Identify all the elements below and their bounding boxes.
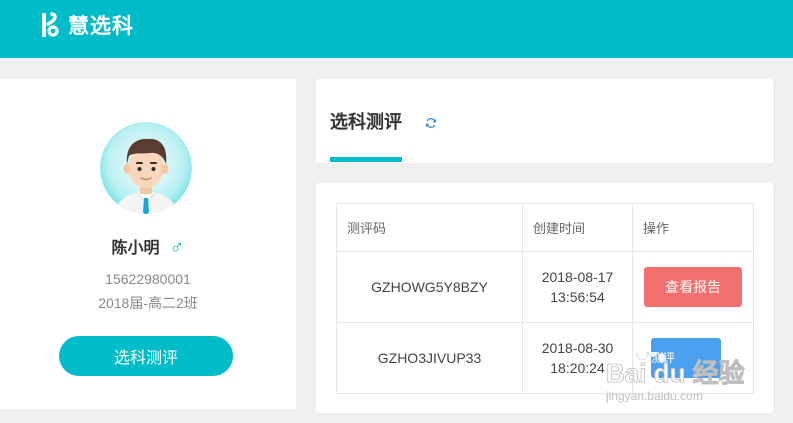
actions-cell: 查看报告	[632, 251, 754, 323]
refresh-icon[interactable]	[425, 116, 437, 128]
app-logo[interactable]: 慧选科	[40, 11, 134, 39]
student-name: 陈小明	[111, 240, 160, 257]
evaluation-code: GZHO3JIVUP33	[336, 322, 523, 394]
header-actions: 操作	[632, 203, 754, 252]
created-date: 2018-08-30	[541, 340, 614, 356]
tab-bar: 选科测评	[316, 79, 773, 163]
start-evaluation-button[interactable]: 选科测评	[59, 336, 233, 376]
created-clock: 18:20:24	[550, 360, 605, 376]
header-code: 测评码	[336, 203, 523, 252]
student-class: 2018届-高二2班	[98, 295, 198, 311]
table-row: GZHO3JIVUP33 2018-08-30 18:20:24 测评	[336, 322, 754, 394]
created-clock: 13:56:54	[550, 289, 605, 305]
view-report-button[interactable]: 查看报告	[644, 267, 742, 307]
evaluation-code: GZHOWG5Y8BZY	[336, 251, 523, 323]
created-time: 2018-08-30 18:20:24	[522, 322, 633, 394]
student-phone: 15622980001	[105, 271, 191, 287]
student-name-row: 陈小明 ♂	[0, 234, 296, 260]
header-created-time: 创建时间	[522, 203, 633, 252]
tab-active-indicator	[330, 157, 402, 162]
records-card: 测评码 创建时间 操作 GZHOWG5Y8BZY 2018-08-17 13:5…	[316, 183, 773, 413]
tab-evaluation[interactable]: 选科测评	[330, 79, 402, 163]
created-date: 2018-08-17	[541, 269, 614, 285]
table-header-row: 测评码 创建时间 操作	[336, 203, 754, 252]
top-header: 慧选科	[0, 0, 793, 58]
avatar	[100, 122, 192, 214]
logo-icon	[40, 12, 60, 38]
actions-cell: 测评	[632, 322, 754, 394]
table-row: GZHOWG5Y8BZY 2018-08-17 13:56:54 查看报告	[336, 251, 754, 323]
profile-card: 陈小明 ♂ 15622980001 2018届-高二2班 选科测评	[0, 79, 296, 409]
evaluation-records-table: 测评码 创建时间 操作 GZHOWG5Y8BZY 2018-08-17 13:5…	[336, 203, 754, 394]
created-time: 2018-08-17 13:56:54	[522, 251, 633, 323]
male-icon: ♂	[169, 237, 185, 259]
app-title: 慧选科	[68, 14, 134, 38]
start-test-button[interactable]: 测评	[651, 338, 721, 378]
